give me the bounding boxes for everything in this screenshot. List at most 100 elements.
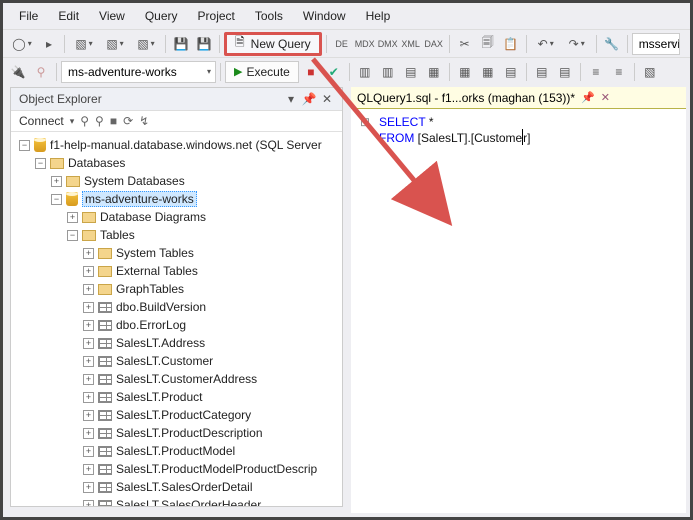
table-icon — [98, 392, 112, 403]
grid-icon[interactable]: ▦ — [454, 61, 476, 83]
code-area[interactable]: ⊟ SELECT * FROM [SalesLT].[Customer] — [351, 109, 686, 151]
open-item-button[interactable]: ▧ — [100, 33, 130, 55]
menu-view[interactable]: View — [89, 5, 135, 27]
panel-pin-icon[interactable]: 📌 — [300, 92, 318, 106]
refresh-icon[interactable]: ⟳ — [123, 114, 133, 128]
outdent-icon[interactable]: ≡ — [608, 61, 630, 83]
folder-icon — [82, 212, 96, 223]
external-tables-node[interactable]: +External Tables — [15, 262, 342, 280]
plan-icon[interactable]: ▥ — [354, 61, 376, 83]
stop2-icon[interactable]: ■ — [110, 114, 117, 128]
table-node[interactable]: +SalesLT.SalesOrderHeader — [15, 496, 342, 506]
editor-tab[interactable]: QLQuery1.sql - f1...orks (maghan (153))*… — [351, 87, 686, 109]
comment-icon[interactable]: ▤ — [531, 61, 553, 83]
save-button[interactable]: 💾 — [170, 33, 192, 55]
panel-close-icon[interactable]: ✕ — [318, 92, 336, 106]
stop-button[interactable]: ■ — [300, 61, 322, 83]
server-node[interactable]: −f1-help-manual.database.windows.net (SQ… — [15, 136, 342, 154]
table-node[interactable]: +dbo.ErrorLog — [15, 316, 342, 334]
cut-button[interactable]: ✂ — [454, 33, 476, 55]
execute-button[interactable]: ▶ Execute — [225, 61, 299, 83]
xmla-icon[interactable]: XML — [400, 33, 422, 55]
gutter: ⊟ — [351, 115, 379, 145]
nav-back-button[interactable]: ◯ — [7, 33, 37, 55]
table-icon — [98, 410, 112, 421]
text-icon[interactable]: ▤ — [500, 61, 522, 83]
stats2-icon[interactable]: ▦ — [423, 61, 445, 83]
sql-toolbar: 🔌 ⚲ ms-adventure-works ▶ Execute ■ ✔ ▥ ▥… — [3, 57, 690, 85]
server-icon — [34, 138, 46, 152]
table-node[interactable]: +SalesLT.Product — [15, 388, 342, 406]
change-conn-icon[interactable]: ⚲ — [30, 61, 52, 83]
table-node[interactable]: +SalesLT.ProductCategory — [15, 406, 342, 424]
indent-icon[interactable]: ≡ — [585, 61, 607, 83]
object-explorer-titlebar: Object Explorer ▾ 📌 ✕ — [11, 88, 342, 111]
table-icon — [98, 302, 112, 313]
database-combo-text: ms-adventure-works — [68, 65, 177, 79]
folder-icon — [66, 176, 80, 187]
system-databases-node[interactable]: +System Databases — [15, 172, 342, 190]
tab-close-icon[interactable]: ✕ — [601, 91, 610, 104]
tables-node[interactable]: −Tables — [15, 226, 342, 244]
dmx-icon[interactable]: DMX — [377, 33, 399, 55]
table-node[interactable]: +SalesLT.ProductDescription — [15, 424, 342, 442]
table-node[interactable]: +SalesLT.ProductModelProductDescrip — [15, 460, 342, 478]
database-icon — [66, 192, 78, 206]
table-node[interactable]: +dbo.BuildVersion — [15, 298, 342, 316]
new-query-button[interactable]: 🗎 New Query — [224, 32, 322, 56]
undo-button[interactable]: ↶ — [531, 33, 561, 55]
server-combo[interactable]: msservi — [632, 33, 680, 55]
connect-label[interactable]: Connect — [19, 114, 64, 128]
grid2-icon[interactable]: ▦ — [477, 61, 499, 83]
menu-window[interactable]: Window — [293, 5, 356, 27]
object-tree[interactable]: −f1-help-manual.database.windows.net (SQ… — [11, 132, 342, 506]
diagrams-node[interactable]: +Database Diagrams — [15, 208, 342, 226]
redo-button[interactable]: ↷ — [562, 33, 592, 55]
system-tables-node[interactable]: +System Tables — [15, 244, 342, 262]
table-node[interactable]: +SalesLT.Customer — [15, 352, 342, 370]
table-icon — [98, 446, 112, 457]
paste-button[interactable]: 📋 — [500, 33, 522, 55]
table-node[interactable]: +SalesLT.SalesOrderDetail — [15, 478, 342, 496]
menu-query[interactable]: Query — [135, 5, 188, 27]
menu-help[interactable]: Help — [356, 5, 401, 27]
save-all-button[interactable]: 💾 — [193, 33, 215, 55]
menu-project[interactable]: Project — [188, 5, 245, 27]
filter-icon[interactable]: ⚲ — [80, 114, 89, 128]
panel-menu-icon[interactable]: ▾ — [282, 92, 300, 106]
props-button[interactable]: 🔧 — [601, 33, 623, 55]
table-icon — [98, 374, 112, 385]
connect-icon[interactable]: 🔌 — [7, 61, 29, 83]
menu-tools[interactable]: Tools — [245, 5, 293, 27]
connect-dropdown-icon[interactable]: ▾ — [70, 116, 75, 127]
table-icon — [98, 338, 112, 349]
graph-tables-node[interactable]: +GraphTables — [15, 280, 342, 298]
new-query-label: New Query — [251, 37, 311, 51]
nav-fwd-button[interactable]: ▸ — [38, 33, 60, 55]
menu-edit[interactable]: Edit — [48, 5, 89, 27]
table-node[interactable]: +SalesLT.CustomerAddress — [15, 370, 342, 388]
copy-button[interactable]: 🗐 — [477, 33, 499, 55]
misc-icon[interactable]: ▧ — [639, 61, 661, 83]
filter2-icon[interactable]: ⚲ — [95, 114, 104, 128]
add-item-button[interactable]: ▧ — [131, 33, 161, 55]
plan2-icon[interactable]: ▥ — [377, 61, 399, 83]
databases-node[interactable]: −Databases — [15, 154, 342, 172]
uncomment-icon[interactable]: ▤ — [554, 61, 576, 83]
table-node[interactable]: +SalesLT.ProductModel — [15, 442, 342, 460]
table-icon — [98, 356, 112, 367]
server-combo-text: msservi — [639, 37, 680, 51]
table-node[interactable]: +SalesLT.Address — [15, 334, 342, 352]
sync-icon[interactable]: ↯ — [139, 114, 149, 128]
parse-button[interactable]: ✔ — [323, 61, 345, 83]
de-icon[interactable]: DE — [331, 33, 353, 55]
mdx-icon[interactable]: MDX — [354, 33, 376, 55]
folder-icon — [98, 266, 112, 277]
dax-icon[interactable]: DAX — [423, 33, 445, 55]
tab-pin-icon[interactable]: 📌 — [581, 91, 595, 104]
user-database-node[interactable]: −ms-adventure-works — [15, 190, 342, 208]
stats-icon[interactable]: ▤ — [400, 61, 422, 83]
new-item-button[interactable]: ▧ — [69, 33, 99, 55]
database-combo[interactable]: ms-adventure-works — [61, 61, 216, 83]
menu-file[interactable]: File — [9, 5, 48, 27]
